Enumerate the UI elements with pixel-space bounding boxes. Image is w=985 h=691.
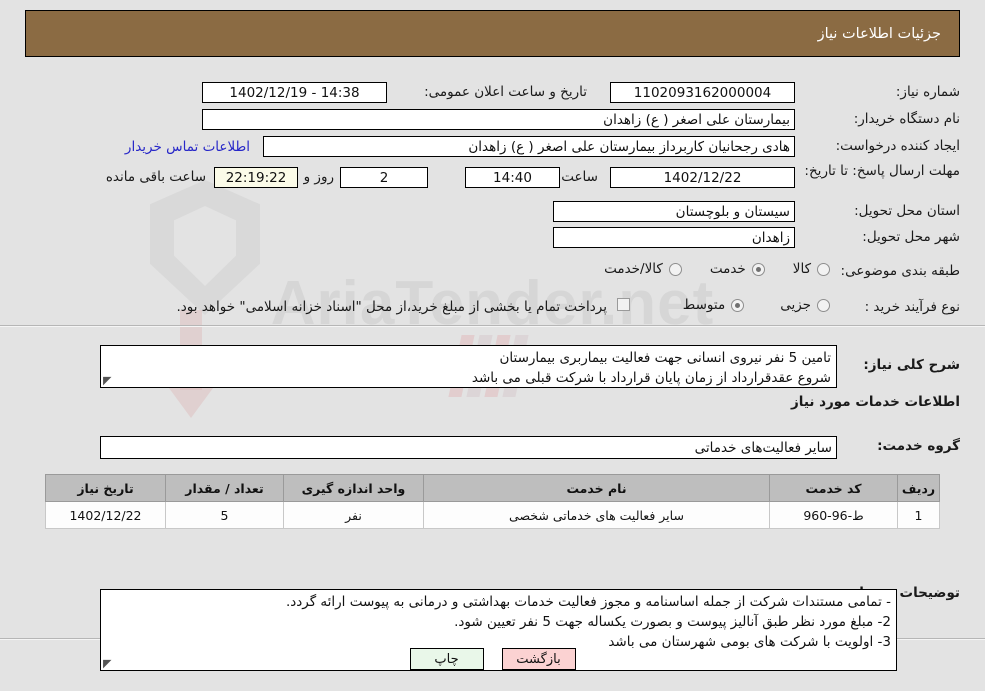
subject-category-label: طبقه بندی موضوعی: [840, 263, 960, 279]
services-table-cell: 1402/12/22 [45, 501, 166, 529]
deadline-date-field[interactable]: 1402/12/22 [610, 167, 795, 188]
services-table-header-cell: ردیف [897, 474, 940, 502]
purchase-process-label-0: جزیی [780, 297, 811, 313]
delivery-city-label: شهر محل تحویل: [862, 229, 960, 245]
announcement-datetime-label: تاریخ و ساعت اعلان عمومی: [424, 84, 587, 100]
services-table-cell: سایر فعالیت های خدماتی شخصی [423, 501, 770, 529]
section-divider-top [0, 325, 985, 327]
delivery-province-label: استان محل تحویل: [854, 203, 960, 219]
services-table-cell: 5 [165, 501, 284, 529]
page-title: جزئیات اطلاعات نیاز [817, 25, 941, 42]
general-description-label: شرح کلی نیاز: [863, 357, 960, 373]
window-title-bar: جزئیات اطلاعات نیاز [25, 10, 960, 57]
watermark-shield-icon [150, 180, 260, 315]
subject-category-radio-group[interactable]: کالا خدمت کالا/خدمت [604, 261, 830, 277]
subject-category-label-2: کالا/خدمت [604, 261, 663, 277]
resize-grip-icon[interactable]: ◥ [103, 374, 113, 387]
remaining-time-suffix: ساعت باقی مانده [105, 169, 206, 185]
subject-category-option-0[interactable]: کالا [793, 261, 830, 277]
general-description-textarea[interactable]: تامین 5 نفر نیروی انسانی جهت فعالیت بیما… [100, 345, 837, 388]
request-creator-field[interactable]: هادی رجحانیان کاربرداز بیمارستان علی اصغ… [263, 136, 795, 157]
services-table: ردیف کد خدمت نام خدمت واحد اندازه گیری تعداد… [45, 474, 940, 529]
watermark: AriaTender.net [0, 150, 985, 480]
request-creator-label: ایجاد کننده درخواست: [835, 138, 960, 154]
services-section-heading: اطلاعات خدمات مورد نیاز [790, 394, 960, 410]
services-table-body: 1 ط-96-960 سایر فعالیت های خدماتی شخصی نفر 5… [45, 501, 940, 529]
services-table-cell: 1 [897, 501, 940, 529]
purchase-process-radio-1[interactable] [731, 298, 745, 312]
purchase-process-label-1: متوسط [682, 297, 726, 313]
subject-category-radio-0[interactable] [817, 262, 830, 276]
services-table-header-cell: کد خدمت [769, 474, 898, 502]
services-table-cell: ط-96-960 [769, 501, 898, 529]
subject-category-option-1[interactable]: خدمت [710, 261, 765, 277]
back-button[interactable]: بازگشت [501, 648, 576, 670]
purchase-process-label: نوع فرآیند خرید : [864, 299, 960, 315]
purchase-process-option-0[interactable]: جزیی [780, 297, 830, 313]
subject-category-radio-2[interactable] [668, 262, 682, 276]
buyer-org-field[interactable]: بیمارستان علی اصغر ( ع) زاهدان [202, 109, 795, 130]
need-number-field[interactable]: 1102093162000004 [610, 82, 795, 103]
purchase-process-radio-0[interactable] [817, 298, 830, 312]
services-table-header-cell: تاریخ نیاز [45, 474, 166, 502]
purchase-process-radio-group[interactable]: جزیی متوسط [683, 297, 830, 313]
subject-category-label-0: کالا [792, 261, 811, 277]
footer-actions: بازگشت چاپ [0, 648, 985, 670]
buyer-note-line-1: - تمامی مستندات شرکت از جمله اساسنامه و … [285, 594, 891, 610]
services-table-header-cell: تعداد / مقدار [165, 474, 284, 502]
service-group-label: گروه خدمت: [877, 438, 960, 454]
service-group-field[interactable]: سایر فعالیت‌های خدماتی [100, 436, 837, 459]
services-table-header-cell: واحد اندازه گیری [283, 474, 424, 502]
delivery-province-field[interactable]: سیستان و بلوچستان [553, 201, 795, 222]
buyer-contact-link[interactable]: اطلاعات تماس خریدار [125, 139, 250, 155]
response-deadline-label: مهلت ارسال پاسخ: تا تاریخ: [804, 163, 960, 179]
subject-category-label-1: خدمت [709, 261, 746, 277]
description-line-1: تامین 5 نفر نیروی انسانی جهت فعالیت بیما… [499, 350, 831, 366]
services-table-cell: نفر [283, 501, 424, 529]
buyer-org-label: نام دستگاه خریدار: [853, 111, 960, 127]
announcement-datetime-field[interactable]: 14:38 - 1402/12/19 [202, 82, 387, 103]
need-number-label: شماره نیاز: [895, 84, 960, 100]
description-line-2: شروع عقدقرارداد از زمان پایان قرارداد با… [471, 370, 831, 386]
buyer-note-line-2: 2- مبلغ مورد نظر طبق آنالیز پیوست و بصور… [454, 614, 891, 630]
deadline-hour-field[interactable]: 14:40 [465, 167, 560, 188]
treasury-bonds-label: پرداخت تمام یا بخشی از مبلغ خرید،از محل … [176, 299, 607, 315]
treasury-bonds-checkbox[interactable] [617, 298, 630, 311]
days-separator-label: روز و [303, 169, 334, 185]
page-root: AriaTender.net جزئیات اطلاعات نیاز شماره… [0, 0, 985, 691]
print-button[interactable]: چاپ [409, 648, 484, 670]
remaining-time-field: 22:19:22 [214, 167, 298, 188]
services-table-header-row: ردیف کد خدمت نام خدمت واحد اندازه گیری تعداد… [45, 474, 940, 502]
subject-category-radio-1[interactable] [751, 262, 765, 276]
services-table-header-cell: نام خدمت [423, 474, 770, 502]
delivery-city-field[interactable]: زاهدان [553, 227, 795, 248]
remaining-days-field[interactable]: 2 [340, 167, 428, 188]
subject-category-option-2[interactable]: کالا/خدمت [604, 261, 682, 277]
hour-label: ساعت [561, 169, 598, 185]
purchase-process-option-1[interactable]: متوسط [682, 297, 745, 313]
table-row: 1 ط-96-960 سایر فعالیت های خدماتی شخصی نفر 5… [45, 501, 940, 529]
